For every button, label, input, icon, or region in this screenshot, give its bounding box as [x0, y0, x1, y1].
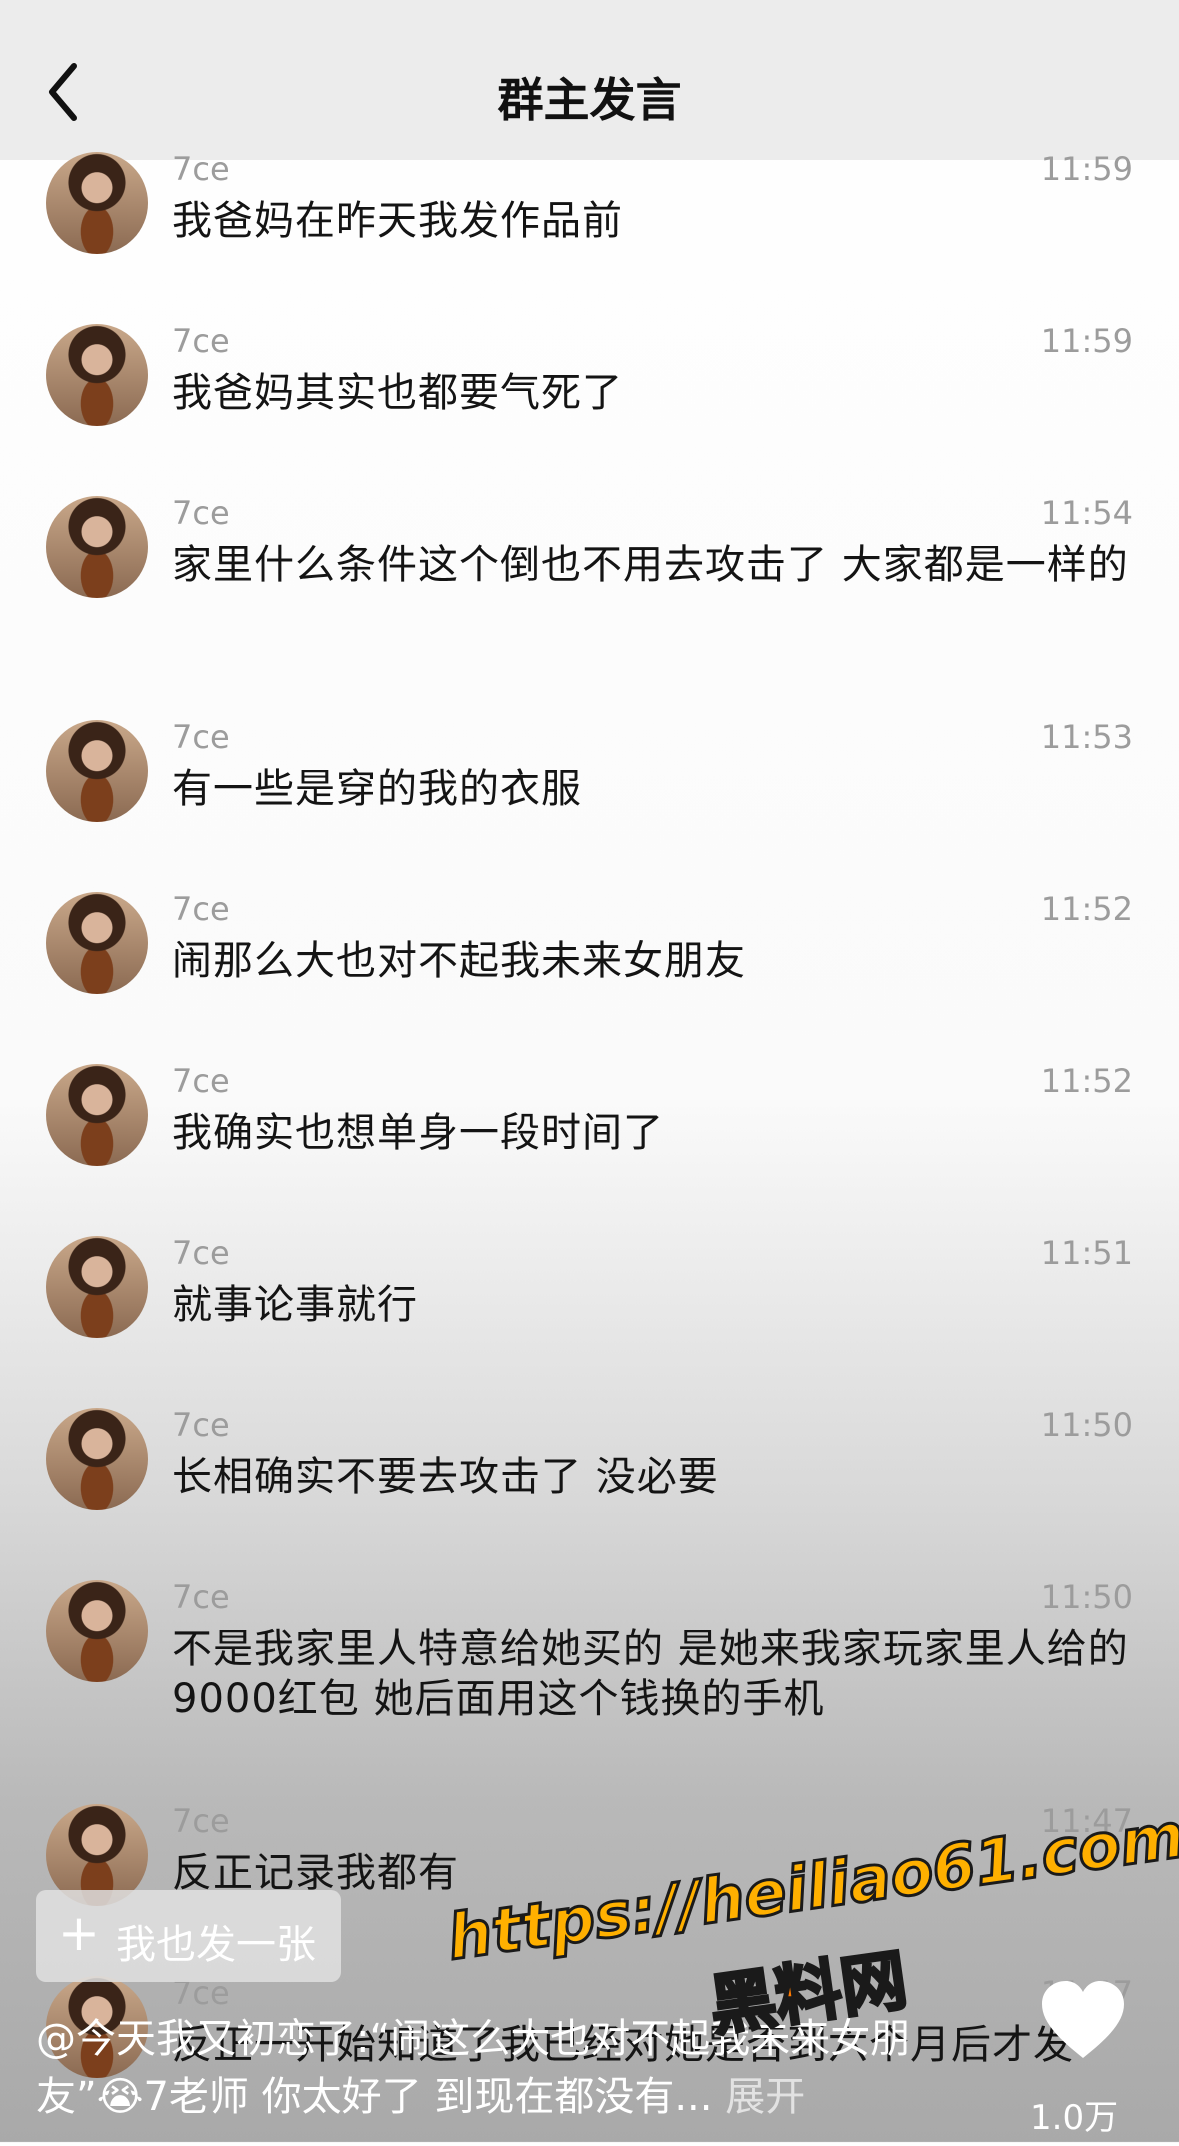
list-item[interactable]: 7ce 11:50 长相确实不要去攻击了 没必要	[0, 1406, 1179, 1578]
message-text: 家里什么条件这个倒也不用去攻击了 大家都是一样的	[172, 542, 1129, 588]
avatar[interactable]	[46, 152, 148, 254]
avatar[interactable]	[46, 324, 148, 426]
expand-link[interactable]: 展开	[725, 2074, 805, 2120]
list-item[interactable]: 7ce 11:52 我确实也想单身一段时间了	[0, 1062, 1179, 1234]
sender-name: 7ce	[172, 890, 230, 928]
list-item[interactable]: 7ce 11:51 就事论事就行	[0, 1234, 1179, 1406]
message-time: 11:51	[1040, 1234, 1133, 1272]
message-text: 长相确实不要去攻击了 没必要	[172, 1454, 719, 1500]
message-text: 我爸妈其实也都要气死了	[172, 370, 623, 416]
avatar[interactable]	[46, 496, 148, 598]
avatar[interactable]	[46, 1236, 148, 1338]
avatar[interactable]	[46, 892, 148, 994]
message-time: 11:50	[1040, 1406, 1133, 1444]
sender-name: 7ce	[172, 1406, 230, 1444]
message-list[interactable]: 7ce 11:59 我爸妈在昨天我发作品前 7ce 11:59 我爸妈其实也都要…	[0, 150, 1179, 2146]
message-text: 有一些是穿的我的衣服	[172, 766, 582, 812]
message-text: 不是我家里人特意给她买的 是她来我家玩家里人给的9000红包 她后面用这个钱换的…	[172, 1626, 1129, 1722]
list-item[interactable]: 7ce 11:54 家里什么条件这个倒也不用去攻击了 大家都是一样的	[0, 494, 1179, 718]
page-title: 群主发言	[497, 73, 682, 127]
message-text: 我爸妈在昨天我发作品前	[172, 198, 623, 244]
sender-name: 7ce	[172, 150, 230, 188]
message-time: 11:50	[1040, 1578, 1133, 1616]
plus-icon: +	[58, 1904, 100, 1962]
message-time: 11:53	[1040, 718, 1133, 756]
message-text: 我确实也想单身一段时间了	[172, 1110, 664, 1156]
message-time: 11:54	[1040, 494, 1133, 532]
post-also-label: 我也发一张	[116, 1922, 316, 1968]
sender-name: 7ce	[172, 1062, 230, 1100]
message-text: 闹那么大也对不起我未来女朋友	[172, 938, 746, 984]
sender-name: 7ce	[172, 494, 230, 532]
avatar[interactable]	[46, 720, 148, 822]
message-time: 11:52	[1040, 1062, 1133, 1100]
sender-name: 7ce	[172, 1234, 230, 1272]
sender-name: 7ce	[172, 1802, 230, 1840]
sender-name: 7ce	[172, 718, 230, 756]
message-time: 11:59	[1040, 150, 1133, 188]
sender-name: 7ce	[172, 1578, 230, 1616]
message-text: 就事论事就行	[172, 1282, 418, 1328]
post-caption[interactable]: @今天我又初恋了:“闹这么大也对不起我未来女朋友”😭7老师 你太好了 到现在都没…	[36, 2010, 936, 2126]
avatar[interactable]	[46, 1580, 148, 1682]
like-count: 1.0万	[1030, 2098, 1119, 2138]
heart-icon[interactable]	[1038, 1978, 1128, 2062]
message-time: 11:59	[1040, 322, 1133, 360]
list-item[interactable]: 7ce 11:59 我爸妈其实也都要气死了	[0, 322, 1179, 494]
avatar[interactable]	[46, 1408, 148, 1510]
sender-name: 7ce	[172, 322, 230, 360]
header-bar: 群主发言	[0, 0, 1179, 160]
post-also-button[interactable]: + 我也发一张	[36, 1890, 341, 1982]
list-item[interactable]: 7ce 11:53 有一些是穿的我的衣服	[0, 718, 1179, 890]
message-time: 11:52	[1040, 890, 1133, 928]
list-item[interactable]: 7ce 11:59 我爸妈在昨天我发作品前	[0, 150, 1179, 322]
list-item[interactable]: 7ce 11:50 不是我家里人特意给她买的 是她来我家玩家里人给的9000红包…	[0, 1578, 1179, 1802]
list-item[interactable]: 7ce 11:52 闹那么大也对不起我未来女朋友	[0, 890, 1179, 1062]
message-time: 11:47	[1040, 1802, 1133, 1840]
avatar[interactable]	[46, 1064, 148, 1166]
